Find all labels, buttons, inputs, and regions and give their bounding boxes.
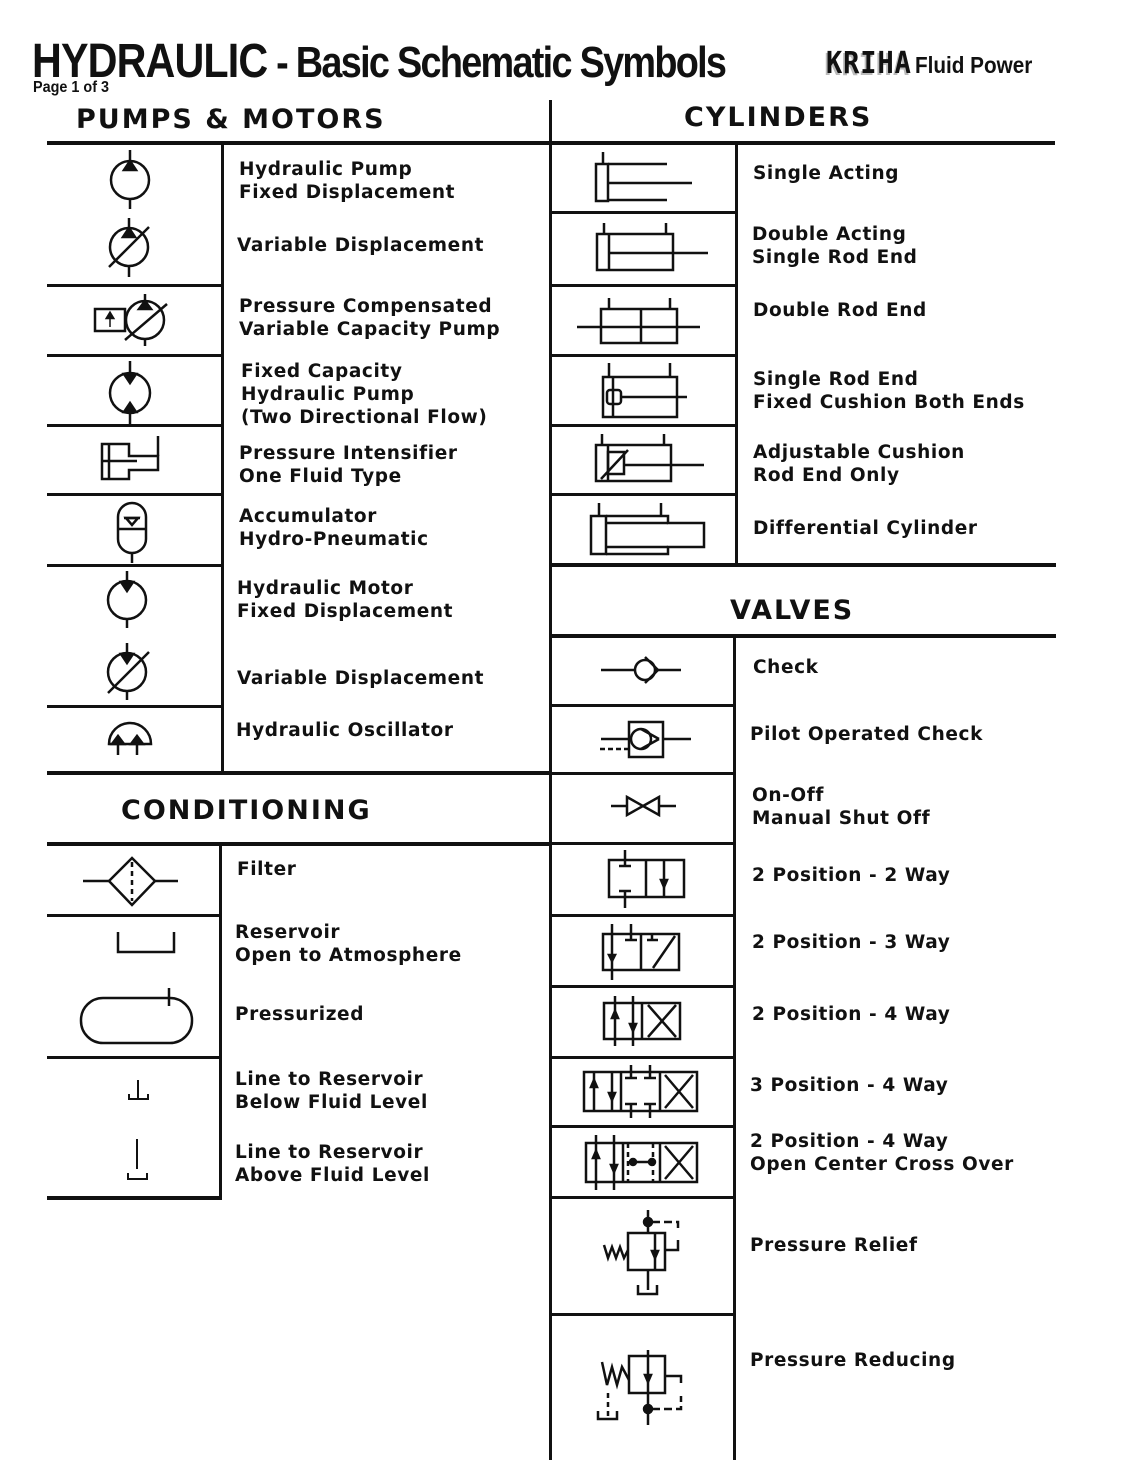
valve-3pos-4way-icon bbox=[584, 1065, 697, 1118]
line-below-fluid-icon bbox=[129, 1080, 148, 1099]
single-acting-cylinder-icon bbox=[596, 152, 692, 201]
valve-open-center-icon bbox=[586, 1135, 697, 1190]
hydraulic-motor-variable-icon bbox=[108, 643, 149, 700]
line-above-fluid-icon bbox=[128, 1139, 147, 1179]
double-acting-cylinder-icon bbox=[597, 223, 708, 270]
reservoir-pressurized-icon bbox=[81, 988, 192, 1043]
pilot-check-valve-icon bbox=[600, 722, 691, 757]
valve-2pos-4way-icon bbox=[604, 996, 680, 1046]
valve-2pos-3way-icon bbox=[603, 924, 679, 980]
reservoir-open-icon bbox=[118, 932, 174, 952]
shutoff-valve-icon bbox=[611, 797, 676, 815]
fixed-cushion-cylinder-icon bbox=[603, 363, 687, 417]
hydraulic-motor-fixed-icon bbox=[108, 571, 146, 628]
pressure-relief-valve-icon bbox=[604, 1210, 678, 1294]
symbol-layer bbox=[0, 0, 1137, 1471]
hydraulic-pump-fixed-icon bbox=[111, 150, 149, 209]
pressure-compensated-pump-icon bbox=[95, 294, 167, 346]
filter-icon bbox=[83, 858, 178, 905]
valve-2pos-2way-icon bbox=[609, 850, 684, 908]
bidirectional-pump-icon bbox=[110, 361, 150, 424]
pressure-reducing-valve-icon bbox=[598, 1350, 681, 1425]
accumulator-icon bbox=[118, 503, 146, 563]
hydraulic-oscillator-icon bbox=[109, 723, 151, 755]
check-valve-icon bbox=[601, 657, 681, 683]
adjustable-cushion-cylinder-icon bbox=[596, 434, 704, 481]
pressure-intensifier-icon bbox=[102, 436, 158, 479]
hydraulic-pump-variable-icon bbox=[109, 218, 149, 277]
double-rod-cylinder-icon bbox=[577, 298, 700, 343]
differential-cylinder-icon bbox=[591, 503, 704, 554]
